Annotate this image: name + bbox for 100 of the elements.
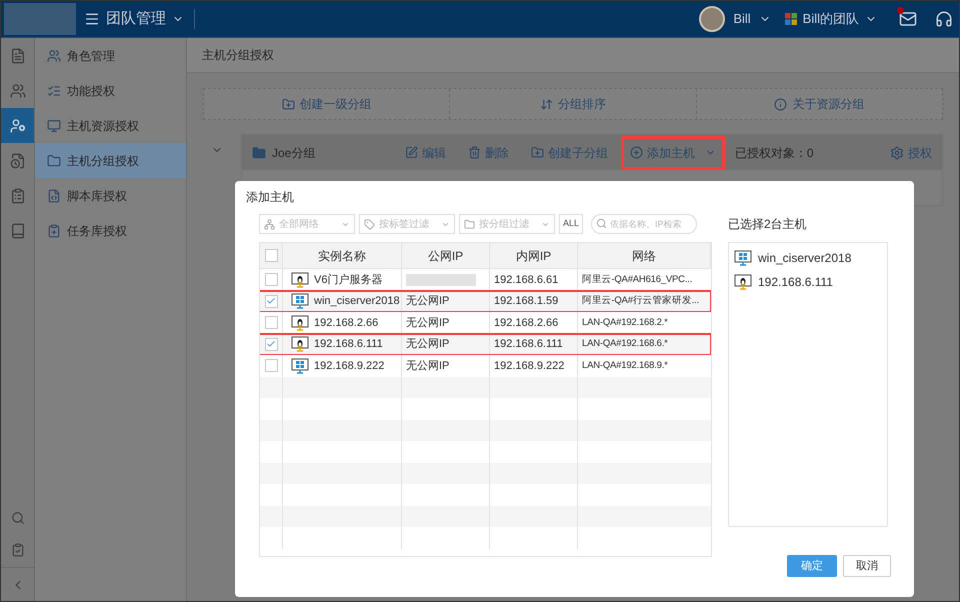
folder-icon (252, 146, 266, 160)
app-title[interactable]: 团队管理 (106, 8, 166, 30)
search-icon[interactable] (10, 511, 24, 525)
menu-item[interactable]: 主机资源授权 (35, 108, 186, 143)
group-action-icon (468, 146, 481, 159)
menu-icon[interactable] (84, 11, 100, 27)
team-name[interactable]: Bill的团队 (802, 9, 859, 29)
rail-icon (10, 222, 26, 238)
group-action-button[interactable]: 编辑 (396, 136, 455, 170)
column-header: 公网IP (402, 243, 490, 268)
logo-placeholder (4, 3, 76, 35)
selected-host[interactable]: 192.168.6.111 (729, 270, 887, 294)
checkbox[interactable] (264, 273, 278, 286)
action-icon (540, 98, 553, 110)
menu-item-icon (47, 224, 61, 238)
penguin-monitor-icon (734, 274, 752, 290)
table-cell: LAN-QA#192.168.9.* (582, 358, 668, 373)
clipboard-icon[interactable] (10, 543, 24, 557)
settings-icon (890, 146, 904, 160)
authorized-count: 已授权对象：0 (734, 144, 814, 162)
dialog-title: 添加主机 (246, 189, 295, 206)
penguin-monitor-icon (291, 314, 309, 331)
action-button[interactable]: 关于资源分组 (696, 89, 942, 119)
selected-host[interactable]: win_ciserver2018 (729, 246, 887, 270)
action-button[interactable]: 分组排序 (449, 89, 696, 119)
table-cell: 阿里云-QA#行云管家研发... (582, 294, 699, 308)
action-button[interactable]: 创建一级分组 (204, 89, 450, 119)
page-title: 主机分组授权 (202, 47, 274, 64)
headset-icon[interactable] (935, 10, 953, 28)
table-row[interactable]: win_ciserver2018 无公网IP 192.168.1.59 阿里云-QA#行云管家研发... (260, 290, 711, 312)
table-cell-text: 无公网IP (406, 294, 450, 309)
filter-icon (264, 218, 275, 230)
selected-count-title: 已选择2台主机 (728, 216, 808, 233)
penguin-monitor-icon (291, 272, 309, 288)
cancel-button[interactable]: 取消 (843, 555, 891, 577)
avatar[interactable] (699, 6, 726, 32)
table-cell-text: 无公网IP (406, 337, 450, 352)
menu-item[interactable]: 脚本库授权 (35, 178, 186, 213)
menu-item-icon (47, 84, 61, 98)
menu-item-icon (47, 188, 61, 202)
checkbox[interactable] (264, 316, 278, 330)
menu-item-icon (47, 118, 61, 132)
group-action-icon (530, 146, 544, 159)
check-icon (266, 339, 276, 350)
windows-monitor-icon (734, 250, 752, 266)
table-cell: 192.168.2.66 (283, 312, 402, 334)
table-row[interactable]: 192.168.9.222 无公网IP 192.168.9.222 LAN-QA#192.168.9.* (260, 355, 711, 376)
penguin-monitor-icon (291, 336, 309, 352)
action-icon (282, 98, 295, 110)
filter-icon (464, 218, 475, 230)
checkbox[interactable] (264, 249, 278, 262)
table-cell: 阿里云-QA#AH616_VPC... (582, 272, 692, 287)
menu-item[interactable]: 主机分组授权 (35, 143, 186, 178)
filter-dropdown[interactable]: 按分组过滤 (459, 214, 555, 234)
authorize-button[interactable]: 授权 (890, 144, 932, 162)
confirm-button[interactable]: 确定 (787, 555, 837, 577)
windows-monitor-icon (291, 358, 309, 374)
filter-dropdown[interactable]: 按标签过滤 (359, 214, 455, 234)
group-action-button[interactable]: 创建子分组 (522, 136, 617, 170)
windows-monitor-icon (291, 293, 309, 310)
filter-icon (364, 218, 375, 230)
column-header: 实例名称 (283, 243, 402, 268)
table-cell: V6门户服务器 (283, 269, 402, 290)
table-cell-text: 无公网IP (406, 316, 450, 330)
group-action-button[interactable]: 删除 (458, 136, 518, 170)
column-header: 网络 (578, 243, 711, 268)
menu-item[interactable]: 任务库授权 (35, 213, 186, 248)
checkbox[interactable] (264, 359, 278, 372)
checkbox[interactable] (264, 338, 278, 351)
group-name: Joe分组 (272, 144, 316, 162)
menu-item[interactable]: 功能授权 (35, 73, 186, 108)
table-cell: 192.168.2.66 (490, 312, 578, 334)
table-cell: 192.168.6.61 (490, 269, 578, 290)
rail-icon (10, 118, 26, 134)
action-icon (774, 98, 788, 110)
rail-icon (10, 48, 26, 64)
table-cell: LAN-QA#192.168.6.* (582, 337, 668, 352)
menu-item-icon (47, 154, 61, 168)
column-header: 内网IP (490, 243, 578, 268)
filter-dropdown[interactable]: 全部网络 (259, 214, 355, 234)
group-action-button[interactable]: 添加主机 (620, 136, 725, 170)
rail-icon (10, 82, 26, 98)
group-action-icon (404, 146, 418, 159)
table-row[interactable]: 192.168.6.111 无公网IP 192.168.6.111 LAN-QA#192.168.6.* (260, 334, 711, 355)
group-action-icon (630, 146, 643, 159)
all-toggle[interactable]: ALL (559, 214, 584, 234)
checkbox[interactable] (264, 294, 278, 308)
table-row[interactable]: 192.168.2.66 无公网IP 192.168.2.66 LAN-QA#192.168.2.* (260, 312, 711, 334)
check-icon (266, 296, 276, 306)
menu-item-icon (47, 48, 61, 62)
tiles-icon (784, 13, 797, 25)
user-name[interactable]: Bill (733, 9, 751, 29)
menu-item[interactable]: 角色管理 (35, 38, 186, 73)
table-cell-text: 无公网IP (406, 358, 450, 374)
rail-icon (10, 152, 26, 168)
mail-icon[interactable] (899, 10, 917, 28)
search-field[interactable]: 依据名称、IP检索 (591, 214, 698, 234)
rail-icon (10, 188, 26, 204)
search-icon (596, 218, 608, 229)
table-cell: LAN-QA#192.168.2.* (582, 316, 668, 330)
